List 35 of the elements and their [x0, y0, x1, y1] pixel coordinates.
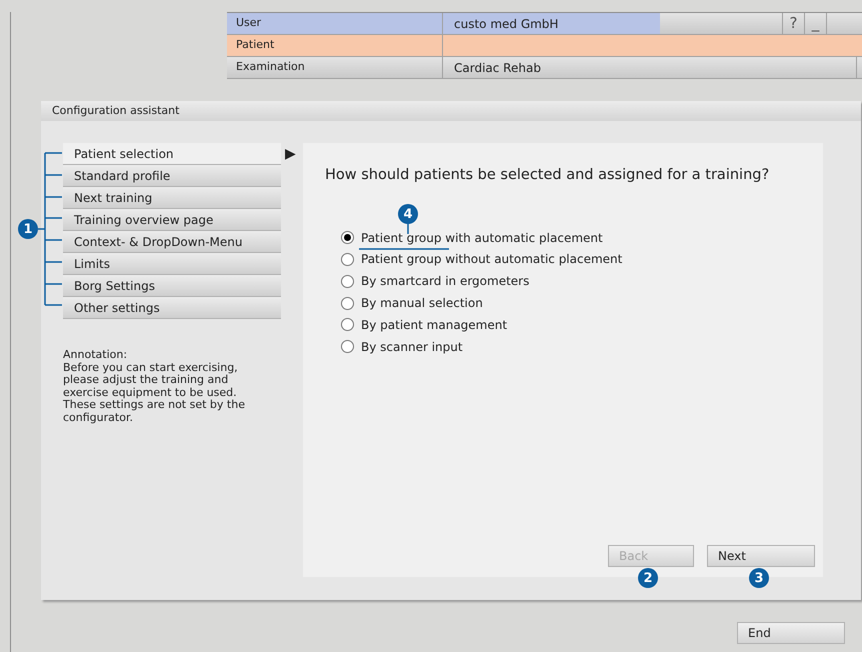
nav-item[interactable]: Next training	[63, 187, 281, 209]
radio-option[interactable]: By scanner input	[341, 336, 823, 358]
nav-item[interactable]: Standard profile	[63, 165, 281, 187]
radio-option[interactable]: By smartcard in ergometers	[341, 270, 823, 292]
end-button[interactable]: End	[737, 622, 845, 644]
info-value: Cardiac Rehab	[443, 57, 856, 78]
radio-button[interactable]	[341, 252, 354, 266]
info-label: User	[227, 13, 443, 34]
radio-button[interactable]	[341, 318, 354, 332]
radio-button[interactable]	[341, 340, 354, 354]
radio-button[interactable]	[341, 296, 354, 310]
radio-option[interactable]: By patient management	[341, 314, 823, 336]
annotation-text: Before you can start exercising, please adjust the training and exercise equipment to be used. These settings are not set by the configurator.	[63, 362, 246, 424]
question-text: How should patients be selected and assigned for a training?	[325, 166, 770, 185]
selection-arrow: ▶	[285, 146, 296, 162]
radio-option[interactable]: Patient group with automatic placement	[341, 226, 823, 249]
nav-item[interactable]: Patient selection	[63, 143, 281, 165]
window-control-button[interactable]: _	[804, 13, 826, 34]
nav-item[interactable]: Context- & DropDown-Menu	[63, 231, 281, 253]
info-label: Examination	[227, 57, 443, 78]
radio-button[interactable]	[341, 231, 354, 244]
nav-item[interactable]: Training overview page	[63, 209, 281, 231]
dialog-title: Configuration assistant	[41, 101, 861, 121]
info-label: Patient	[227, 35, 443, 56]
window-control-button[interactable]: ?	[782, 13, 804, 34]
wizard-button[interactable]: Next	[707, 545, 815, 567]
nav-item[interactable]: Limits	[63, 253, 281, 275]
radio-button[interactable]	[341, 274, 354, 288]
nav-item[interactable]: Borg Settings	[63, 275, 281, 297]
nav-item[interactable]: Other settings	[63, 297, 281, 319]
info-value: custo med GmbH	[443, 13, 660, 34]
radio-option[interactable]: By manual selection	[341, 292, 823, 314]
radio-option[interactable]: Patient group without automatic placement	[341, 248, 823, 270]
callout-marker: 1	[18, 219, 38, 239]
annotation-title: Annotation:	[63, 349, 128, 362]
